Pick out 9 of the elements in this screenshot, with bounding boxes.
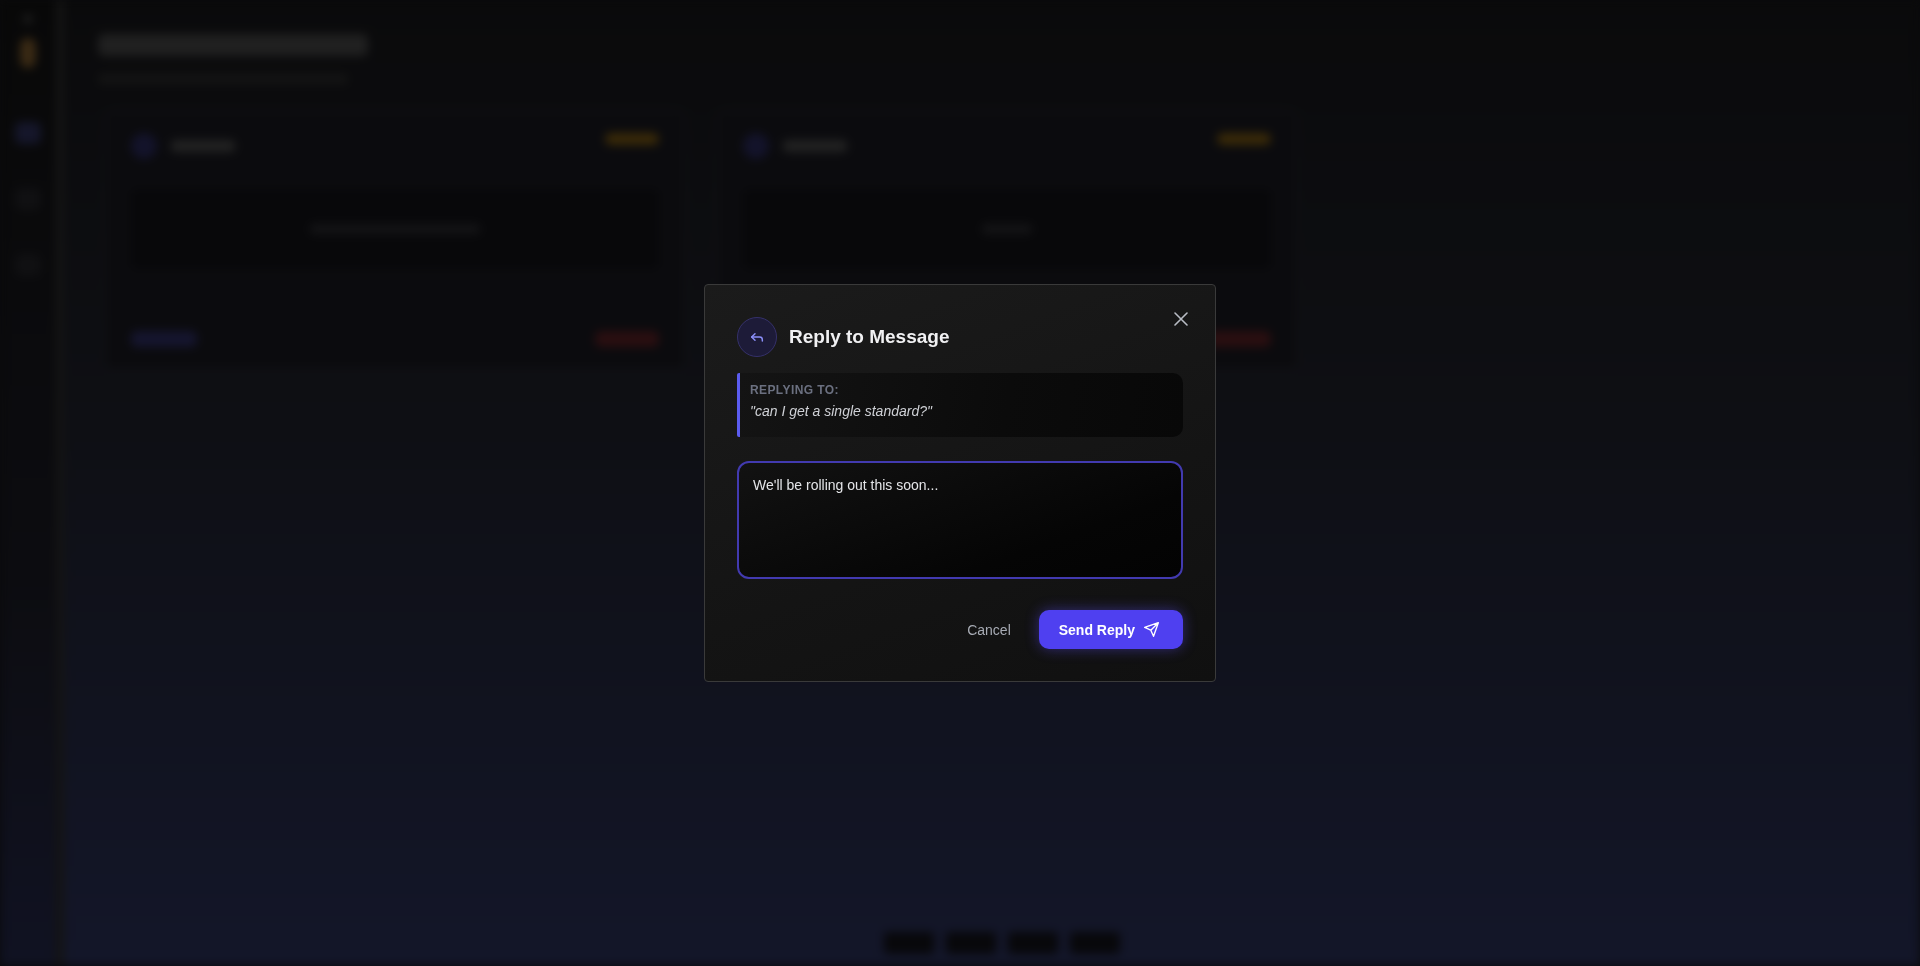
quoted-message-text: "can I get a single standard?" [750, 402, 932, 420]
reply-field[interactable]: We'll be rolling out this soon... [737, 461, 1183, 579]
replying-to-label: REPLYING TO: [750, 383, 839, 397]
paper-plane-icon [1144, 622, 1159, 637]
close-icon [1174, 312, 1188, 326]
close-button[interactable] [1171, 309, 1191, 329]
cancel-button[interactable]: Cancel [951, 610, 1027, 649]
dialog-title: Reply to Message [789, 326, 950, 348]
send-reply-button[interactable]: Send Reply [1038, 610, 1183, 649]
